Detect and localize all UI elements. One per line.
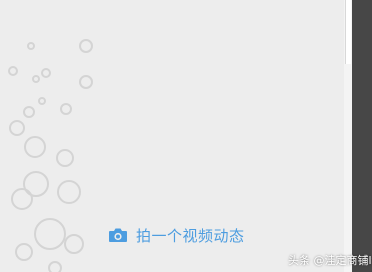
watermark: 头条 @洼定商铺ly [288,254,372,267]
scrollbar-thumb[interactable] [345,0,351,64]
side-panel-edge [352,0,372,272]
camera-icon [109,228,127,242]
record-video-label: 拍一个视频动态 [136,226,245,245]
record-video-post-button[interactable]: 拍一个视频动态 [108,224,245,246]
feed-empty-area: 拍一个视频动态 [0,0,372,272]
